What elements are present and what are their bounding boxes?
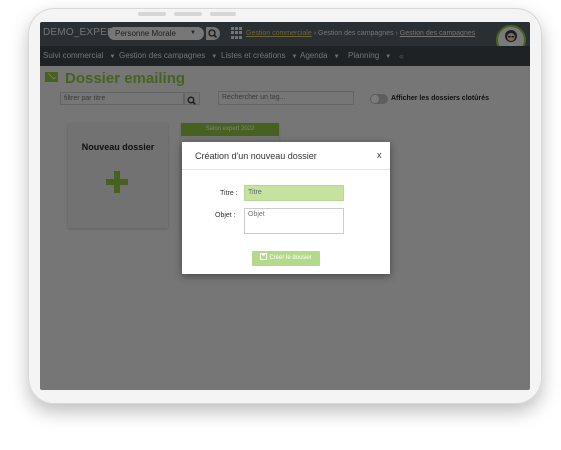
hardware-button <box>174 12 202 16</box>
modal-title: Création d'un nouveau dossier <box>195 151 317 161</box>
modal-header: Création d'un nouveau dossier x <box>182 142 390 170</box>
app-screen: DEMO_EXPERT Personne Morale ▼ Gestion co… <box>40 22 530 390</box>
titre-label: Titre : <box>220 190 238 197</box>
hardware-button <box>138 12 166 16</box>
hardware-button <box>210 12 236 16</box>
objet-textarea[interactable]: Objet <box>244 208 344 234</box>
create-folder-button[interactable]: Créer le dossier <box>252 251 320 266</box>
create-folder-modal: Création d'un nouveau dossier x Titre : … <box>182 142 390 274</box>
objet-label: Objet : <box>215 212 236 219</box>
titre-input[interactable]: Titre <box>244 185 344 201</box>
create-folder-label: Créer le dossier <box>269 255 312 261</box>
close-icon[interactable]: x <box>377 150 382 160</box>
save-icon <box>260 253 268 260</box>
